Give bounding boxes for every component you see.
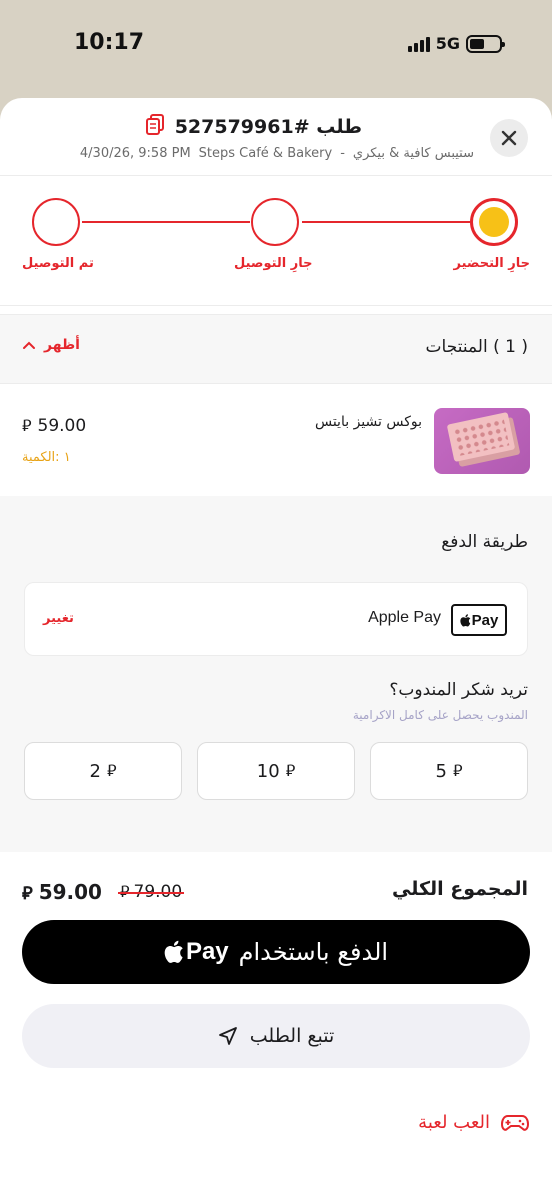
close-button[interactable] — [490, 119, 528, 157]
apple-icon — [164, 940, 183, 963]
progress-line — [82, 221, 250, 223]
status-bar: 10:17 5G — [0, 0, 552, 90]
show-products-button[interactable]: أظهر — [22, 337, 80, 353]
step-label-delivering: جارِ التوصيل — [234, 256, 313, 271]
total-old-value: 79.00 — [133, 882, 183, 902]
total-label: المجموع الكلي — [392, 878, 528, 900]
riyal-icon: ⃁ — [22, 416, 32, 435]
tip-option-value: 2 — [89, 760, 101, 782]
play-game-link[interactable]: العب لعبة — [418, 1112, 530, 1133]
tip-title: تريد شكر المندوب؟ — [389, 680, 528, 700]
order-header: طلب #527579961 4/30/26, 9:58 PM Steps Ca… — [0, 98, 552, 176]
gamepad-icon — [500, 1114, 530, 1131]
payment-method-name: Apple Pay — [368, 609, 441, 626]
product-item: بوكس تشيز بايتس ⃁ 59.00 ١ :الكمية — [0, 384, 552, 496]
product-quantity: ١ :الكمية — [22, 450, 71, 465]
order-title-row: طلب #527579961 — [145, 114, 362, 140]
apple-pay-button[interactable]: الدفع باستخدام Pay — [22, 920, 530, 984]
track-order-label: تتبع الطلب — [249, 1025, 335, 1047]
payment-section: طريقة الدفع Pay Apple Pay تغيير تريد شكر… — [0, 496, 552, 852]
apple-pay-logo: Pay — [164, 938, 229, 966]
riyal-icon: ⃁ — [106, 761, 117, 780]
change-payment-button[interactable]: تغيير — [43, 611, 74, 626]
track-order-button[interactable]: تتبع الطلب — [22, 1004, 530, 1068]
status-indicators: 5G — [407, 34, 505, 53]
total-old-price: ⃁ 79.00 — [117, 882, 185, 902]
copy-icon[interactable] — [145, 114, 165, 140]
product-image — [434, 408, 530, 474]
store-name-ar: ستيبس كافية & بيكري — [352, 146, 474, 161]
step-label-preparing: جارِ التحضير — [453, 256, 530, 271]
total-new-price: ⃁ 59.00 — [22, 880, 102, 904]
chevron-up-icon — [23, 341, 35, 349]
show-products-label: أظهر — [44, 337, 80, 353]
riyal-icon: ⃁ — [22, 882, 33, 904]
network-label: 5G — [435, 34, 460, 53]
apple-pay-button-text: الدفع باستخدام — [238, 938, 389, 966]
product-name: بوكس تشيز بايتس — [314, 414, 422, 430]
play-game-label: العب لعبة — [418, 1112, 490, 1133]
step-label-delivered: تم التوصيل — [22, 256, 94, 271]
riyal-icon: ⃁ — [120, 882, 130, 901]
close-icon — [501, 130, 517, 146]
payment-method-card[interactable]: Pay Apple Pay تغيير — [24, 582, 528, 656]
step-delivering-circle — [251, 198, 299, 246]
tip-option-2[interactable]: 2 ⃁ — [24, 742, 182, 800]
product-price-value: 59.00 — [37, 416, 87, 436]
products-title: ( 1 ) المنتجات — [425, 337, 528, 357]
signal-icon — [407, 36, 430, 52]
apple-pay-logo-text: Pay — [185, 938, 229, 965]
tip-subtitle: المندوب يحصل على كامل الاكرامية — [352, 708, 528, 722]
order-datetime: 4/30/26, 9:58 PM — [79, 146, 191, 161]
store-separator: - — [340, 146, 345, 161]
tip-option-value: 5 — [435, 760, 447, 782]
order-title: طلب #527579961 — [174, 116, 362, 138]
order-subtitle: 4/30/26, 9:58 PM Steps Café & Bakery - س… — [80, 146, 474, 161]
apple-pay-badge: Pay — [451, 604, 507, 636]
step-preparing-circle — [470, 198, 518, 246]
riyal-icon: ⃁ — [285, 761, 296, 780]
apple-icon — [460, 613, 470, 627]
riyal-icon: ⃁ — [452, 761, 463, 780]
total-new-value: 59.00 — [38, 880, 102, 904]
step-delivered-circle — [32, 198, 80, 246]
order-sheet: طلب #527579961 4/30/26, 9:58 PM Steps Ca… — [0, 98, 552, 1200]
products-header[interactable]: ( 1 ) المنتجات أظهر — [0, 314, 552, 384]
apple-pay-badge-text: Pay — [471, 611, 499, 629]
navigation-arrow-icon — [218, 1027, 237, 1045]
product-price: ⃁ 59.00 — [22, 416, 86, 436]
battery-icon — [466, 34, 505, 53]
progress-line — [302, 221, 470, 223]
status-time: 10:17 — [74, 30, 145, 55]
tip-option-5[interactable]: 5 ⃁ — [370, 742, 528, 800]
tip-option-10[interactable]: 10 ⃁ — [197, 742, 355, 800]
tip-option-value: 10 — [256, 760, 280, 782]
payment-title: طريقة الدفع — [441, 532, 528, 552]
store-name-en: Steps Café & Bakery — [198, 146, 333, 161]
order-progress: جارِ التحضير جارِ التوصيل تم التوصيل — [0, 176, 552, 306]
